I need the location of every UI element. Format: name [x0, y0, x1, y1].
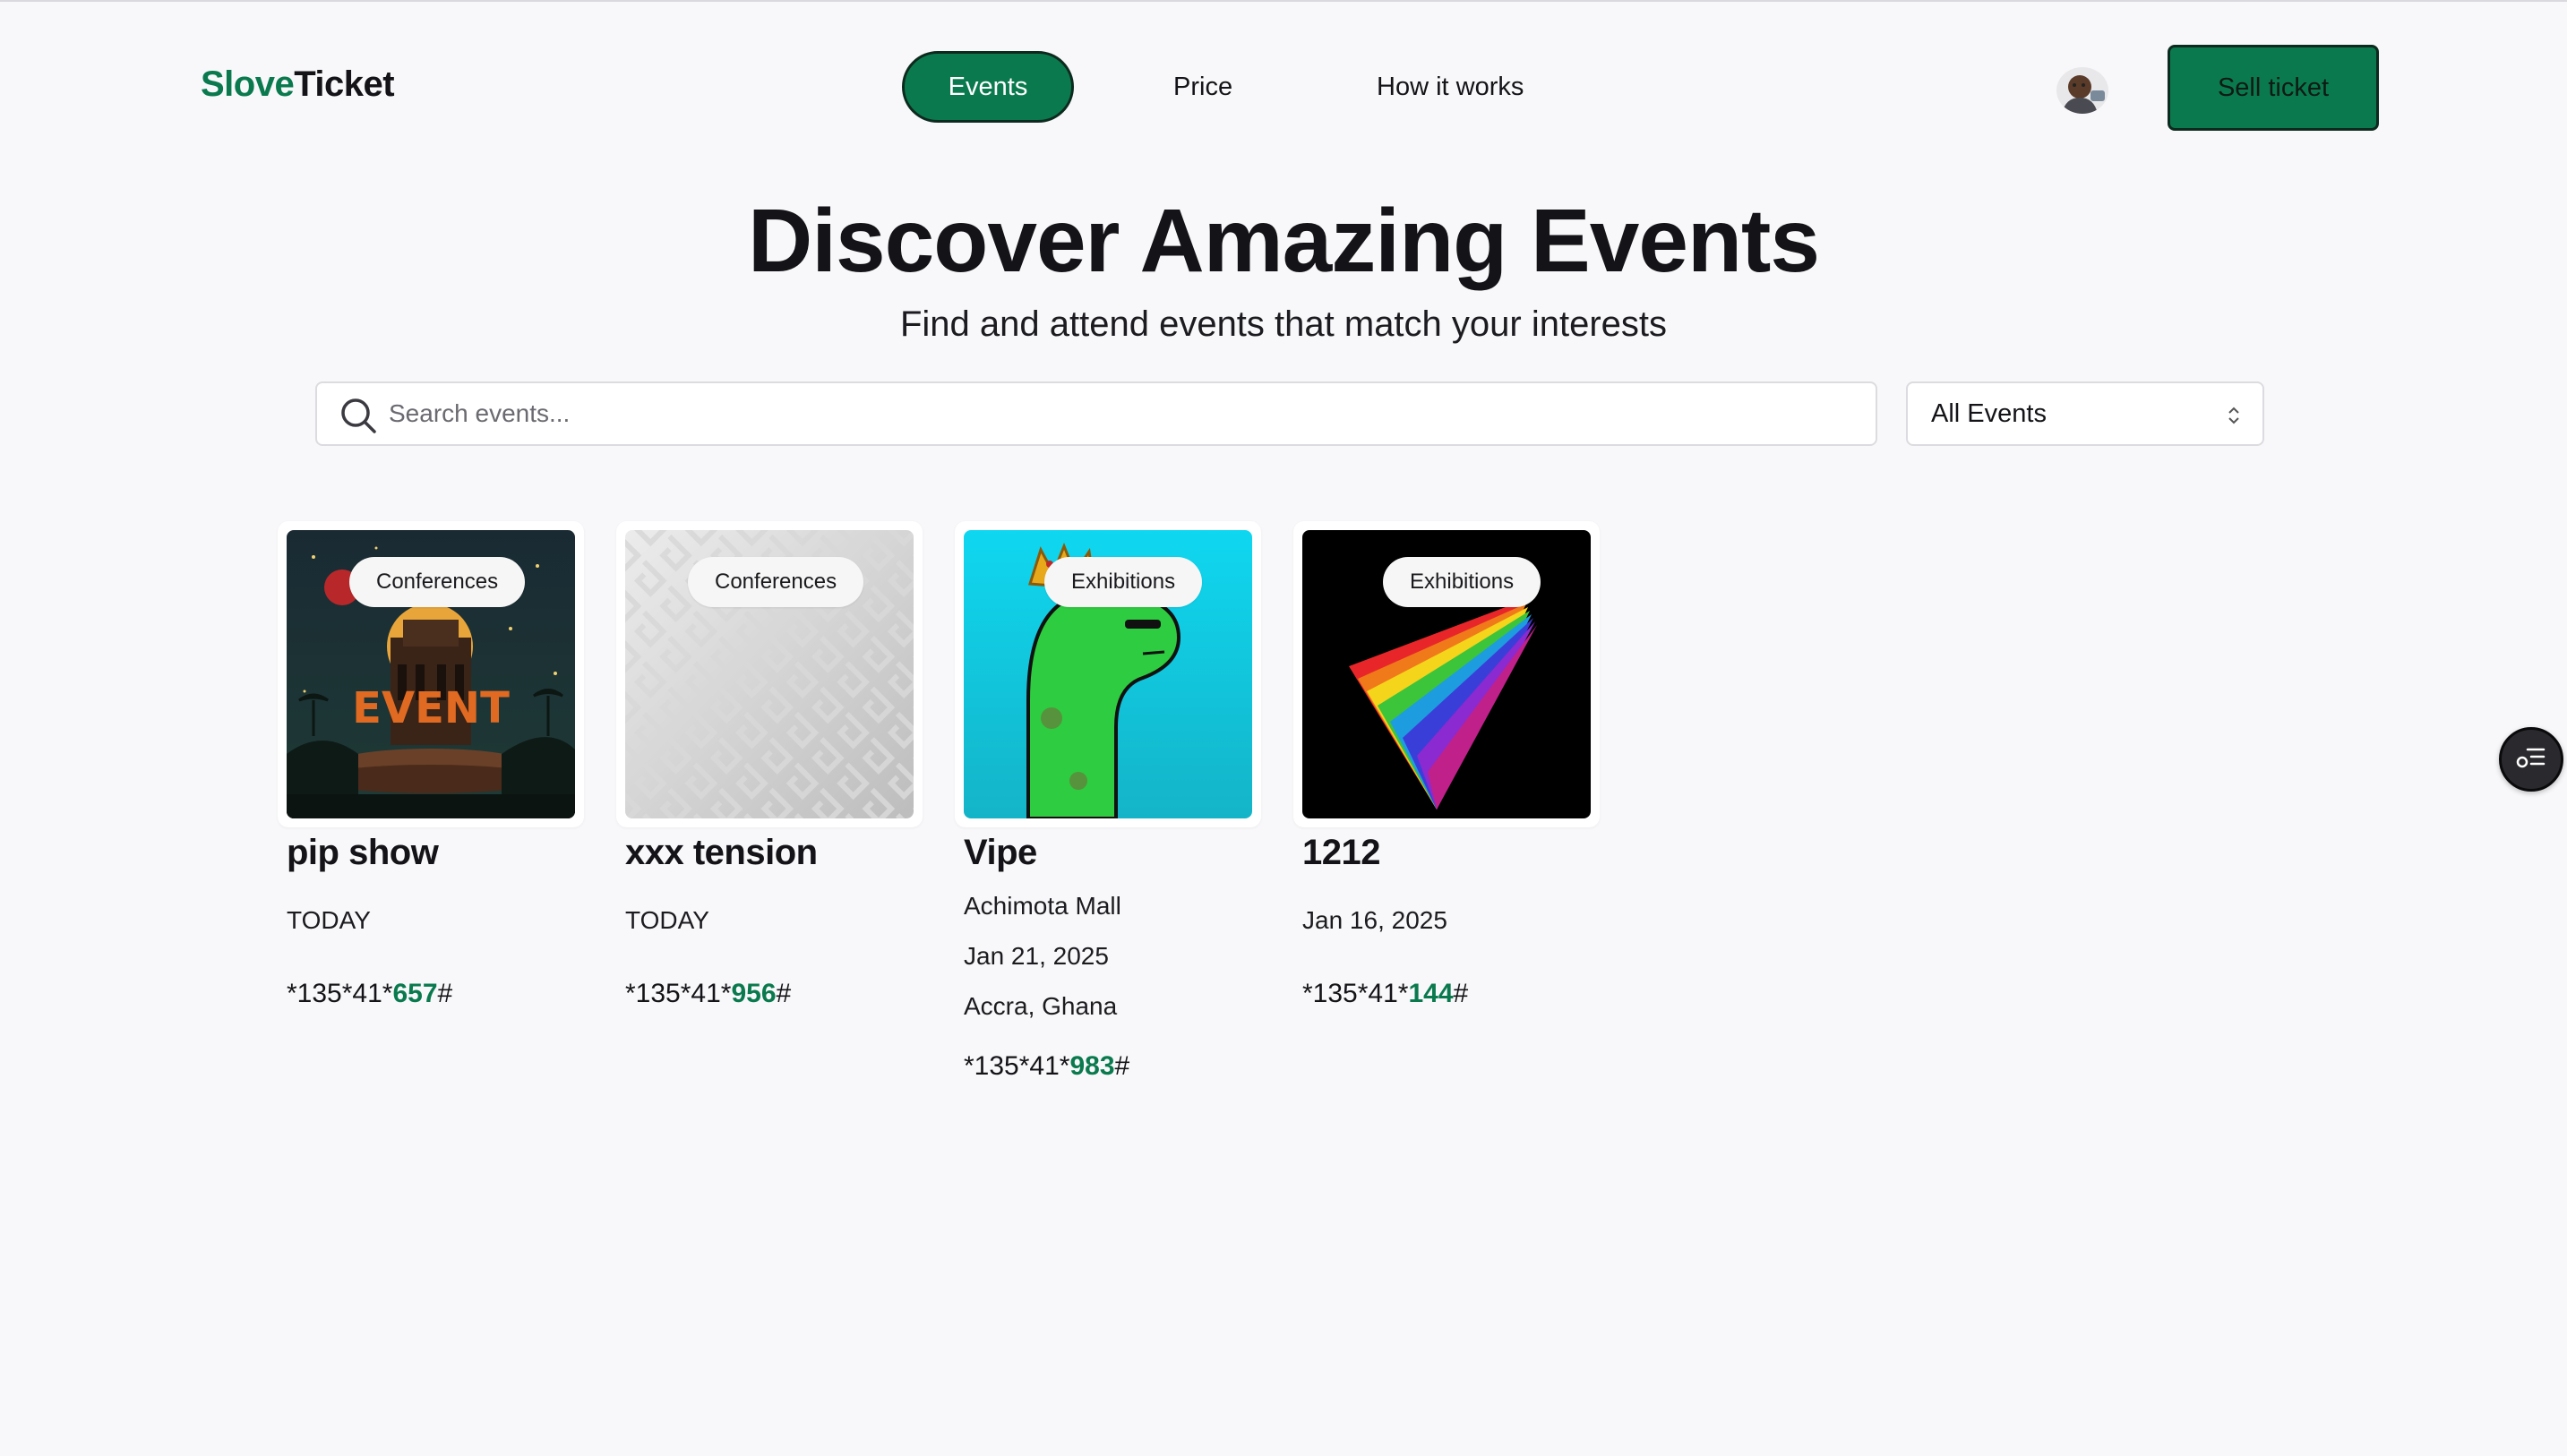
search-icon	[339, 396, 378, 435]
page-subtitle: Find and attend events that match your i…	[899, 304, 1668, 344]
code-suffix: #	[437, 979, 453, 1008]
code-suffix: #	[1453, 979, 1469, 1008]
nav-price[interactable]: Price	[1173, 51, 1232, 123]
category-badge[interactable]: Conferences	[688, 557, 864, 607]
code-number: 956	[731, 979, 777, 1008]
event-title[interactable]: pip show	[287, 833, 439, 873]
code-number: 983	[1069, 1051, 1115, 1081]
category-badge[interactable]: Exhibitions	[1383, 557, 1541, 607]
code-suffix: #	[1114, 1051, 1130, 1081]
code-prefix: *135*41*	[287, 979, 393, 1008]
category-filter-select[interactable]: All Events	[1906, 381, 2264, 446]
code-prefix: *135*41*	[964, 1051, 1070, 1081]
user-avatar[interactable]	[2056, 67, 2108, 114]
event-date: TODAY	[625, 906, 709, 934]
event-ussd-code: *135*41*144#	[1302, 979, 1468, 1009]
search-input[interactable]	[389, 385, 1858, 442]
event-date: Jan 21, 2025	[964, 942, 1109, 970]
event-location: Accra, Ghana	[964, 992, 1118, 1020]
sell-ticket-button[interactable]: Sell ticket	[2168, 45, 2379, 131]
code-prefix: *135*41*	[625, 979, 732, 1008]
event-date: Jan 16, 2025	[1302, 906, 1447, 934]
event-ussd-code: *135*41*956#	[625, 979, 791, 1009]
floating-menu-button[interactable]	[2499, 727, 2563, 792]
code-suffix: #	[776, 979, 792, 1008]
event-ussd-code: *135*41*983#	[964, 1051, 1129, 1082]
event-ussd-code: *135*41*657#	[287, 979, 452, 1009]
code-number: 144	[1408, 979, 1454, 1008]
code-prefix: *135*41*	[1302, 979, 1409, 1008]
page-title: Discover Amazing Events	[748, 191, 1820, 291]
logo[interactable]: SloveTicket	[201, 64, 395, 105]
search-bar[interactable]	[315, 381, 1877, 446]
code-number: 657	[392, 979, 438, 1008]
category-badge[interactable]: Conferences	[349, 557, 526, 607]
svg-text:EVENT: EVENT	[352, 683, 510, 733]
event-venue: Achimota Mall	[964, 892, 1121, 920]
event-date: TODAY	[287, 906, 371, 934]
top-border	[0, 0, 2567, 2]
event-title[interactable]: 1212	[1302, 833, 1380, 873]
logo-part-ticket: Ticket	[294, 64, 395, 104]
event-title[interactable]: xxx tension	[625, 833, 818, 873]
menu-list-icon	[2515, 744, 2547, 775]
logo-part-slove: Slove	[201, 64, 295, 104]
event-title[interactable]: Vipe	[964, 833, 1037, 873]
nav-how-it-works[interactable]: How it works	[1377, 51, 1524, 123]
filter-selected-value: All Events	[1931, 398, 2047, 428]
category-badge[interactable]: Exhibitions	[1044, 557, 1203, 607]
chevron-up-down-icon	[2225, 403, 2243, 428]
nav-events[interactable]: Events	[902, 51, 1074, 123]
